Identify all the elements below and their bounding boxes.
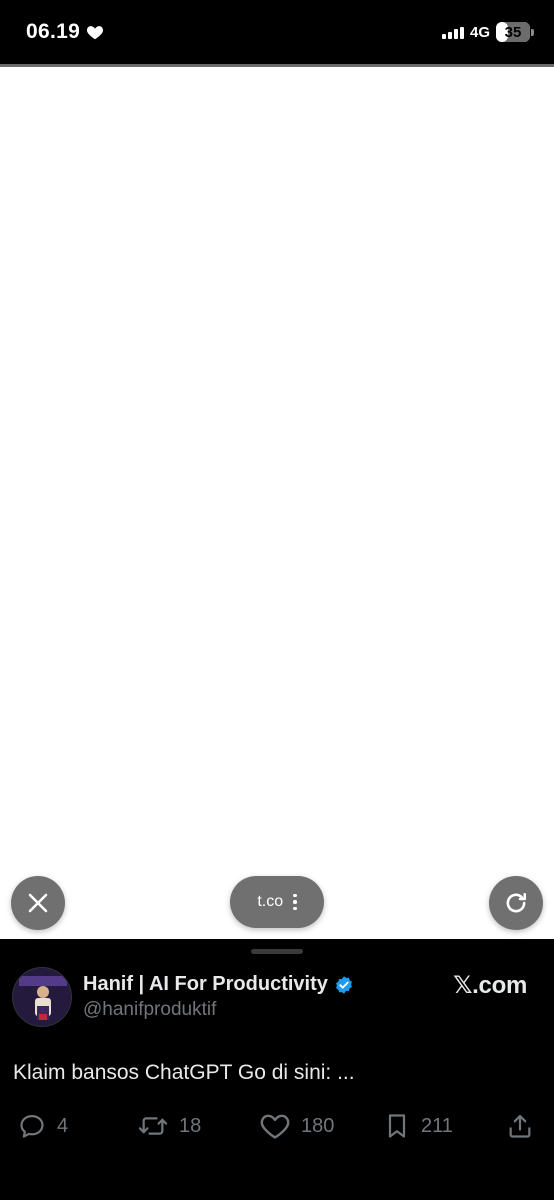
avatar-image <box>13 968 71 1026</box>
status-indicators: 4G 35 <box>441 22 534 42</box>
x-com-link[interactable]: 𝕏.com <box>453 971 527 1000</box>
battery-icon: 35 <box>496 22 534 42</box>
like-button[interactable]: 180 <box>259 1111 334 1141</box>
network-type: 4G <box>469 23 490 41</box>
repost-icon <box>138 1117 168 1135</box>
repost-count: 18 <box>179 1114 202 1137</box>
reload-icon <box>506 892 527 913</box>
status-time: 06.19 <box>26 20 104 44</box>
author-handle[interactable]: @hanifproduktif <box>83 999 216 1021</box>
reload-button[interactable] <box>489 876 543 930</box>
reply-button[interactable]: 4 <box>17 1111 68 1141</box>
bookmark-button[interactable]: 211 <box>383 1111 453 1141</box>
reply-count: 4 <box>57 1114 69 1137</box>
status-bar: 06.19 4G 35 <box>0 0 554 64</box>
reply-icon <box>20 1114 44 1138</box>
repost-button[interactable]: 18 <box>137 1111 201 1141</box>
bookmark-count: 211 <box>421 1114 453 1137</box>
share-icon <box>509 1114 531 1138</box>
avatar[interactable] <box>12 967 72 1027</box>
tweet-actions: 4 18 180 211 <box>0 1111 554 1141</box>
cellular-signal-icon <box>441 25 464 39</box>
battery-percent: 35 <box>504 23 522 41</box>
verified-badge-icon <box>335 975 352 994</box>
heart-outline-icon <box>260 1114 290 1139</box>
like-count: 180 <box>301 1114 335 1137</box>
url-domain: t.co <box>257 893 284 910</box>
tweet-text[interactable]: Klaim bansos ChatGPT Go di sini: ... <box>13 1061 355 1085</box>
url-menu-button[interactable]: t.co <box>230 876 324 928</box>
share-button[interactable] <box>506 1111 534 1141</box>
tweet-preview-sheet[interactable]: Hanif | AI For Productivity @hanifproduk… <box>0 939 554 1200</box>
web-content[interactable] <box>0 67 554 939</box>
bookmark-icon <box>388 1114 406 1138</box>
close-browser-button[interactable] <box>11 876 65 930</box>
heart-icon <box>87 26 104 40</box>
author-name-text: Hanif | AI For Productivity <box>83 973 328 995</box>
more-vertical-icon <box>293 893 297 911</box>
close-icon <box>28 893 48 913</box>
author-name[interactable]: Hanif | AI For Productivity <box>83 973 354 996</box>
sheet-grabber-handle[interactable] <box>251 949 303 954</box>
status-time-text: 06.19 <box>26 20 81 43</box>
